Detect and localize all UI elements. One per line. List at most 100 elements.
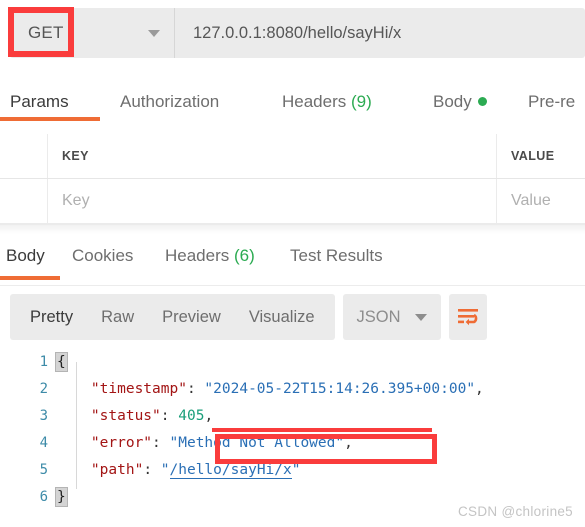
tab-label: Headers: [282, 92, 347, 111]
params-header-key-cell: KEY: [48, 134, 497, 178]
code-line-number: 4: [39, 434, 48, 451]
tab-body[interactable]: Body: [433, 72, 487, 112]
active-tab-underline: [0, 276, 60, 280]
code-line: 2 "timestamp": "2024-05-22T15:14:26.395+…: [0, 375, 585, 402]
url-bar-inner: GET 127.0.0.1:8080/hello/sayHi/x: [10, 8, 585, 58]
tab-label: Params: [10, 92, 69, 111]
code-token: :: [152, 434, 170, 451]
code-token: /hello/sayHi/x: [169, 461, 292, 479]
params-row-checkbox-cell[interactable]: [0, 179, 48, 223]
response-view-group: Pretty Raw Preview Visualize: [10, 294, 335, 340]
response-tab-divider: [0, 285, 585, 286]
code-line: 4 "error": "Method Not Allowed",: [0, 429, 585, 456]
params-row-value-cell[interactable]: Value: [497, 179, 585, 223]
code-token: "status": [90, 407, 161, 424]
matching-brace: {: [55, 351, 68, 372]
active-tab-underline: [0, 117, 100, 121]
code-token: "timestamp": [90, 380, 187, 397]
code-line-text: "error": "Method Not Allowed",: [56, 435, 353, 451]
code-token: :: [160, 407, 179, 424]
code-line-number: 3: [39, 407, 48, 424]
code-token: :: [143, 461, 161, 478]
tab-count-badge: (6): [229, 246, 255, 265]
params-table-header-row: KEY VALUE: [0, 134, 585, 179]
response-tab-cookies[interactable]: Cookies: [72, 238, 133, 266]
section-shadow: [0, 225, 585, 234]
params-header-key-label: KEY: [62, 149, 89, 163]
params-header-value-label: VALUE: [511, 149, 555, 163]
chevron-down-icon: [148, 29, 160, 37]
code-token: ,: [475, 380, 484, 397]
tab-label: Body: [6, 246, 45, 265]
tab-authorization[interactable]: Authorization: [120, 72, 219, 112]
params-value-input-placeholder[interactable]: Value: [511, 192, 551, 210]
tab-label: Cookies: [72, 246, 134, 265]
params-header-value-cell: VALUE: [497, 134, 585, 178]
response-language-label: JSON: [356, 307, 401, 326]
code-line-number: 6: [39, 488, 48, 505]
wrap-lines-icon: [457, 309, 478, 326]
code-line-text: "status": 405,: [56, 408, 213, 424]
watermark-text: CSDN @chlorine5: [458, 504, 573, 519]
code-token: "error": [90, 434, 153, 451]
view-pretty[interactable]: Pretty: [16, 308, 87, 327]
tab-label: Body: [433, 92, 472, 111]
params-row-key-cell[interactable]: Key: [48, 179, 497, 223]
response-tab-body[interactable]: Body: [0, 238, 60, 280]
code-line-text: {: [55, 351, 68, 372]
code-token: 405: [178, 407, 205, 424]
view-visualize[interactable]: Visualize: [235, 308, 329, 327]
tab-label: Authorization: [120, 92, 220, 111]
code-token: "Method Not Allowed": [169, 434, 345, 451]
code-token: ,: [344, 434, 353, 451]
params-table: KEY VALUE Key Value: [0, 134, 585, 224]
code-token: ": [160, 461, 170, 478]
response-tab-headers[interactable]: Headers (6): [165, 238, 255, 266]
http-method-label: GET: [28, 23, 64, 42]
http-method-dropdown[interactable]: GET: [10, 8, 175, 58]
annotation-status-underline: [212, 428, 432, 432]
wrap-lines-button[interactable]: [448, 294, 487, 340]
response-tab-test-results[interactable]: Test Results: [290, 238, 383, 266]
tab-label: Pre-re: [528, 92, 576, 111]
code-line: 5 "path": "/hello/sayHi/x": [0, 456, 585, 483]
url-input[interactable]: 127.0.0.1:8080/hello/sayHi/x: [175, 24, 585, 43]
tab-params[interactable]: Params: [0, 72, 100, 121]
body-present-dot-icon: [477, 97, 487, 107]
code-token: :: [186, 380, 205, 397]
tab-pre-re[interactable]: Pre-re: [528, 72, 575, 112]
code-line-number: 2: [39, 380, 48, 397]
params-header-checkbox-cell: [0, 134, 48, 178]
code-line-text: "timestamp": "2024-05-22T15:14:26.395+00…: [56, 381, 484, 397]
tab-count-badge: (9): [346, 92, 372, 111]
code-line-text: }: [55, 486, 68, 507]
tab-label: Test Results: [290, 246, 383, 265]
response-tab-bar: Body Cookies Headers (6) Test Results: [0, 238, 585, 280]
params-key-input-placeholder[interactable]: Key: [62, 192, 90, 210]
chevron-down-icon: [414, 313, 427, 321]
table-row: Key Value: [0, 179, 585, 224]
view-preview[interactable]: Preview: [148, 308, 235, 327]
view-raw[interactable]: Raw: [87, 308, 148, 327]
code-indent-guide: [76, 362, 77, 489]
code-line-number: 1: [39, 353, 48, 370]
code-line: 3 "status": 405,: [0, 402, 585, 429]
response-format-toolbar: Pretty Raw Preview Visualize JSON: [0, 292, 585, 342]
response-body-code[interactable]: 1{2 "timestamp": "2024-05-22T15:14:26.39…: [0, 348, 585, 527]
code-line: 1{: [0, 348, 585, 375]
code-line-number: 5: [39, 461, 48, 478]
code-token: ": [291, 461, 301, 478]
code-token: ,: [204, 407, 214, 424]
tab-label: Headers: [165, 246, 230, 265]
code-token: "2024-05-22T15:14:26.395+00:00": [204, 380, 476, 397]
request-url-bar: GET 127.0.0.1:8080/hello/sayHi/x: [0, 0, 585, 66]
tab-headers[interactable]: Headers (9): [282, 72, 372, 112]
code-token: "path": [90, 461, 144, 478]
code-line-text: "path": "/hello/sayHi/x": [56, 461, 301, 479]
matching-brace: }: [55, 486, 68, 507]
response-language-select[interactable]: JSON: [342, 294, 441, 340]
